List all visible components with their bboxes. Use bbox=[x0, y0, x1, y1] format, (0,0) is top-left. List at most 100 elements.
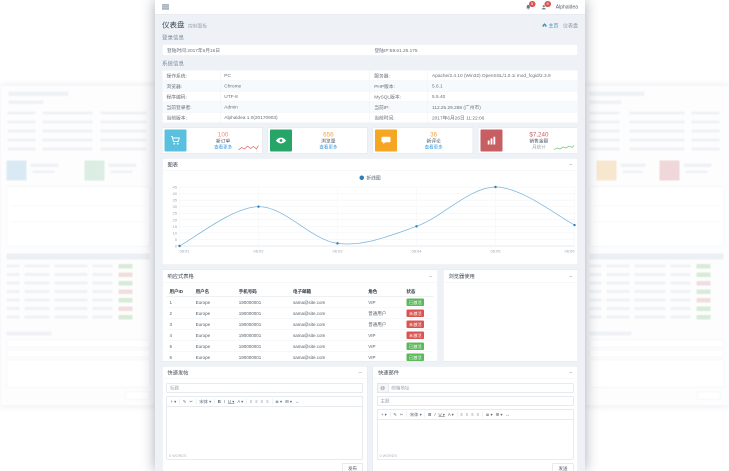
bold-button[interactable]: B bbox=[216, 399, 222, 405]
skeleton-block bbox=[684, 164, 712, 168]
menu-toggle-icon[interactable] bbox=[162, 4, 169, 10]
pencil-icon[interactable]: ✎ bbox=[392, 411, 399, 418]
table-row[interactable]: 2Europe190000001sama@site.com普通用户未激活 bbox=[167, 308, 434, 319]
skeleton-block bbox=[671, 282, 691, 285]
collapse-icon[interactable]: − bbox=[358, 369, 362, 376]
font-family-dropdown[interactable]: 宋体 ▾ bbox=[198, 398, 213, 405]
col-header[interactable]: 角色 bbox=[365, 286, 403, 297]
stat-link[interactable]: 查看更多 bbox=[397, 145, 470, 151]
table-row[interactable]: 3Europe190000001sama@site.com普通用户未激活 bbox=[167, 319, 434, 330]
publish-button[interactable]: 发布 bbox=[342, 463, 363, 471]
skeleton-block bbox=[630, 148, 685, 151]
skeleton-block bbox=[7, 161, 27, 181]
col-header[interactable]: 手机号码 bbox=[236, 286, 290, 297]
skeleton-block bbox=[119, 315, 133, 320]
table-row[interactable]: 5Europe190000001sama@site.comVIP已激活 bbox=[167, 341, 434, 352]
collapse-icon[interactable]: − bbox=[429, 273, 433, 280]
table-button[interactable]: ⊞ ▾ bbox=[284, 398, 294, 405]
skeleton-block bbox=[119, 273, 133, 278]
skeleton-block bbox=[630, 121, 685, 124]
cut-icon[interactable]: ✂ bbox=[398, 411, 405, 418]
chart-panel: 图表 − 折线图 05101520253035404506:0106:0206:… bbox=[162, 158, 578, 265]
sys-label: 当前IP: bbox=[370, 102, 428, 113]
status-badge: 已激活 bbox=[406, 343, 424, 351]
skeleton-block bbox=[25, 282, 50, 285]
post-editor-area[interactable]: 0 WORDS bbox=[167, 407, 364, 460]
editor-toolbar: + ▾ ✎ ✂ 宋体 ▾ B I U ▾ A ▾ ≡ bbox=[377, 409, 574, 420]
align-left-button[interactable]: ≡ bbox=[459, 412, 464, 418]
align-left-button[interactable]: ≡ bbox=[248, 399, 253, 405]
skeleton-block bbox=[11, 206, 146, 207]
skeleton-block bbox=[55, 299, 88, 302]
table-row[interactable]: 4Europe190000001sama@site.comVIP未激活 bbox=[167, 330, 434, 341]
table-row[interactable]: 1Europe190000001sama@site.comVIP已激活 bbox=[167, 297, 434, 308]
skeleton-block bbox=[590, 282, 602, 285]
post-title-input[interactable] bbox=[167, 383, 364, 393]
col-header[interactable]: 用户名 bbox=[193, 286, 236, 297]
quick-mail-header: 快速邮件 − bbox=[373, 367, 578, 380]
skeleton-block bbox=[590, 340, 725, 348]
font-family-dropdown[interactable]: 宋体 ▾ bbox=[408, 411, 423, 418]
table-button[interactable]: ⊞ ▾ bbox=[494, 411, 504, 418]
collapse-icon[interactable]: − bbox=[569, 273, 573, 280]
line-chart[interactable]: 05101520253035404506:0106:0206:0306:0406… bbox=[167, 182, 581, 261]
underline-button[interactable]: U ▾ bbox=[437, 411, 446, 418]
svg-text:20: 20 bbox=[173, 217, 178, 222]
skeleton-block bbox=[101, 139, 147, 142]
align-center-button[interactable]: ≡ bbox=[464, 412, 469, 418]
breadcrumb-home[interactable]: 主页 bbox=[542, 21, 559, 29]
insert-button[interactable]: + ▾ bbox=[380, 411, 389, 418]
user-icon[interactable]: 5 bbox=[540, 4, 547, 11]
align-justify-button[interactable]: ≡ bbox=[265, 399, 270, 405]
col-header[interactable]: 用户ID bbox=[167, 286, 193, 297]
collapse-icon[interactable]: − bbox=[569, 161, 573, 168]
skeleton-block bbox=[590, 121, 620, 124]
fullscreen-button[interactable]: ↔ bbox=[504, 412, 511, 418]
font-color-button[interactable]: A ▾ bbox=[446, 411, 455, 418]
eye-icon bbox=[270, 130, 292, 152]
list-button[interactable]: ≣ ▾ bbox=[484, 411, 494, 418]
skeleton-block bbox=[55, 316, 88, 319]
bold-button[interactable]: B bbox=[427, 412, 433, 418]
col-header[interactable]: 状态 bbox=[403, 286, 433, 297]
underline-button[interactable]: U ▾ bbox=[227, 398, 236, 405]
skeleton-block bbox=[93, 290, 113, 293]
skeleton-block bbox=[594, 206, 720, 207]
align-right-button[interactable]: ≡ bbox=[259, 399, 264, 405]
skeleton-block bbox=[692, 139, 720, 142]
list-button[interactable]: ≣ ▾ bbox=[274, 398, 284, 405]
svg-text:30: 30 bbox=[173, 204, 178, 209]
skeleton-block bbox=[590, 350, 725, 358]
stat-card-comments: 36 新评论 查看更多 bbox=[373, 128, 473, 154]
align-center-button[interactable]: ≡ bbox=[254, 399, 259, 405]
mail-editor-area[interactable]: 0 WORDS bbox=[377, 420, 574, 460]
align-justify-button[interactable]: ≡ bbox=[475, 412, 480, 418]
stat-body: 656 浏览量 查看更多 bbox=[292, 131, 365, 150]
skeleton-block bbox=[85, 161, 105, 181]
skeleton-block bbox=[590, 187, 725, 247]
mail-to-input[interactable] bbox=[388, 383, 574, 393]
cut-icon[interactable]: ✂ bbox=[188, 398, 195, 405]
insert-button[interactable]: + ▾ bbox=[169, 398, 178, 405]
skeleton-block bbox=[25, 290, 50, 293]
skeleton-block bbox=[590, 299, 602, 302]
col-header[interactable]: 电子邮箱 bbox=[290, 286, 365, 297]
sys-label: 服务器: bbox=[370, 70, 428, 81]
username[interactable]: Alphaldea bbox=[556, 4, 578, 10]
font-color-button[interactable]: A ▾ bbox=[236, 398, 245, 405]
collapse-icon[interactable]: − bbox=[569, 369, 573, 376]
align-right-button[interactable]: ≡ bbox=[470, 412, 475, 418]
chart-legend[interactable]: 折线图 bbox=[167, 174, 574, 181]
stat-link[interactable]: 查看更多 bbox=[292, 145, 365, 151]
skeleton-block bbox=[101, 112, 147, 115]
sys-label: 当前时间: bbox=[370, 112, 428, 123]
mail-subject-input[interactable] bbox=[377, 396, 574, 406]
toolbar-separator bbox=[272, 399, 273, 405]
pencil-icon[interactable]: ✎ bbox=[181, 398, 188, 405]
table-row[interactable]: 6Europe190000001sama@site.comVIP已激活 bbox=[167, 352, 434, 363]
stat-value: $7,240 bbox=[502, 131, 575, 139]
bell-icon[interactable]: 5 bbox=[525, 4, 532, 11]
fullscreen-button[interactable]: ↔ bbox=[294, 399, 301, 405]
skeleton-block bbox=[8, 130, 36, 133]
send-button[interactable]: 发送 bbox=[552, 463, 573, 471]
